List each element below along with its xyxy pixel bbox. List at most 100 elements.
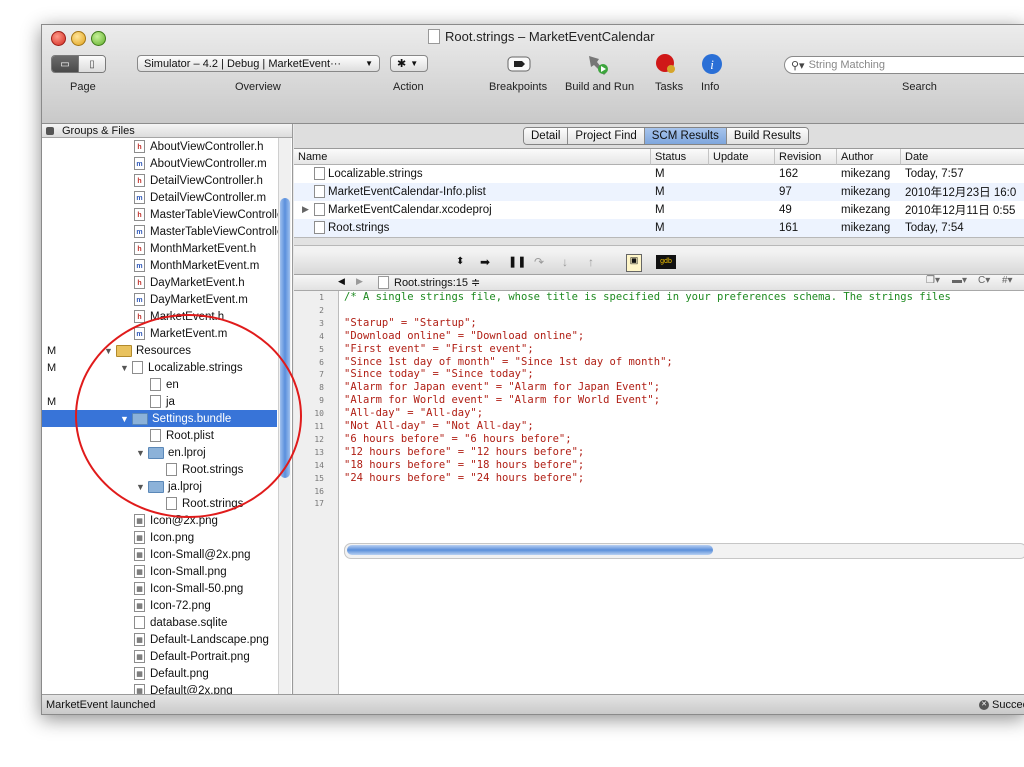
code-line: "Since 1st day of month" = "Since 1st da…: [344, 355, 673, 368]
debugger-icon[interactable]: ▣: [626, 254, 642, 272]
gear-icon: ✱: [397, 58, 407, 70]
line-number: 2: [319, 305, 324, 315]
document-icon: [428, 29, 440, 44]
sidebar-item[interactable]: m MonthMarketEvent.m: [42, 257, 277, 274]
column-header-status[interactable]: Status: [651, 149, 709, 165]
column-header-revision[interactable]: Revision: [775, 149, 837, 165]
build-and-run-label: Build and Run: [565, 81, 635, 93]
zoom-button[interactable]: [91, 31, 106, 46]
popup-arrow-icon: ▼: [410, 59, 419, 68]
project-layout-icon[interactable]: ▯: [78, 56, 105, 72]
file-icon: [378, 276, 389, 289]
source-file-icon: m: [134, 293, 145, 306]
action-label: Action: [393, 81, 424, 93]
sidebar-item[interactable]: m AboutViewController.m: [42, 155, 277, 172]
close-button[interactable]: [51, 31, 66, 46]
info-button[interactable]: i: [699, 53, 725, 75]
editor-nav-bar: ◀ ▶ Root.strings:15 ≑ ❐▾ ▬▾ C▾ #▾: [294, 275, 1024, 291]
build-and-run-button[interactable]: [585, 53, 611, 75]
code-line: /* A single strings file, whose title is…: [344, 291, 951, 303]
sidebar-item[interactable]: m DayMarketEvent.m: [42, 291, 277, 308]
back-arrow-icon[interactable]: ◀: [338, 276, 345, 287]
sidebar-item[interactable]: m DetailViewController.m: [42, 189, 277, 206]
sidebar-item[interactable]: h DayMarketEvent.h: [42, 274, 277, 291]
step-into-icon[interactable]: ↓: [562, 255, 568, 269]
code-line: "All-day" = "All-day";: [344, 407, 484, 420]
class-hierarchy-icon[interactable]: C▾: [978, 275, 990, 286]
editor-layout-icon[interactable]: ▭: [52, 56, 78, 72]
sidebar-item[interactable]: ▦ Icon.png: [42, 529, 277, 546]
code-line: "Alarm for Japan event" = "Alarm for Jap…: [344, 381, 661, 394]
sidebar-item[interactable]: m MasterTableViewControlle: [42, 223, 283, 240]
build-status[interactable]: ✕ Succee: [979, 699, 1024, 711]
code-line: "Not All-day" = "Not All-day";: [344, 420, 534, 432]
sidebar-item[interactable]: ▦ Icon-Small-50.png: [42, 580, 277, 597]
forward-arrow-icon[interactable]: ▶: [356, 276, 363, 287]
thread-popup-icon[interactable]: ⬍: [456, 256, 464, 267]
sidebar-item-label: Icon-Small@2x.png: [150, 548, 251, 561]
continue-icon[interactable]: ➡: [480, 255, 490, 269]
sidebar-item[interactable]: ▦ Default-Portrait.png: [42, 648, 277, 665]
tab-build-results[interactable]: Build Results: [725, 128, 808, 144]
sidebar-item[interactable]: ▦ Icon-Small@2x.png: [42, 546, 277, 563]
sidebar-item[interactable]: ▦ Icon-Small.png: [42, 563, 277, 580]
sidebar-item[interactable]: ▦ Default.png: [42, 665, 277, 682]
search-icon: ⚲▾: [791, 59, 805, 72]
sidebar-item[interactable]: h DetailViewController.h: [42, 172, 277, 189]
sidebar-item-label: Icon.png: [150, 531, 195, 544]
code-line: "Download online" = "Download online";: [344, 329, 585, 342]
tab-segments: Detail Project Find SCM Results Build Resul…: [523, 127, 809, 145]
tasks-button[interactable]: [653, 53, 679, 75]
table-cell-date: 2010年12月11日 0:55: [905, 204, 1016, 217]
editor-scroll-thumb[interactable]: [347, 545, 713, 555]
file-icon: [314, 167, 325, 180]
file-icon: [134, 616, 145, 629]
sidebar-item[interactable]: h MasterTableViewControlle: [42, 206, 283, 223]
line-number: 8: [319, 383, 324, 393]
line-number: 16: [314, 486, 324, 496]
tab-scm-results[interactable]: SCM Results: [643, 128, 726, 144]
column-header-date[interactable]: Date: [901, 149, 1024, 165]
editor-horizontal-scrollbar[interactable]: [344, 543, 1024, 559]
overview-popup[interactable]: Simulator – 4.2 | Debug | MarketEvent···…: [137, 55, 380, 72]
file-icon: [314, 221, 325, 234]
minimize-button[interactable]: [71, 31, 86, 46]
source-file-icon: m: [134, 157, 145, 170]
tab-detail[interactable]: Detail: [524, 128, 568, 144]
image-file-icon: ▦: [134, 599, 145, 612]
action-button[interactable]: ✱ ▼: [390, 55, 428, 72]
page-segmented-control[interactable]: ▭ ▯: [51, 55, 106, 73]
tab-project-find[interactable]: Project Find: [567, 128, 644, 144]
code-editor[interactable]: 1 2 3 4 5 6 7 8 9 10 11 12 13 14 15 16 17 /* A single st…: [294, 291, 1024, 694]
sidebar-item-label: DayMarketEvent.m: [150, 293, 248, 306]
bookmarks-icon[interactable]: ❐▾: [926, 275, 940, 286]
sidebar-item[interactable]: database.sqlite: [42, 614, 277, 631]
column-header-update[interactable]: Update: [709, 149, 775, 165]
disclosure-triangle-icon[interactable]: ▶: [302, 204, 309, 215]
pause-icon[interactable]: ❚❚: [508, 255, 526, 268]
breakpoints-menu-icon[interactable]: ▬▾: [952, 275, 967, 286]
scm-results-table: Name Status Update Revision Author Date Local…: [294, 149, 1024, 237]
table-cell-author: mikezang: [841, 221, 891, 234]
sidebar-item-label: AboutViewController.m: [150, 157, 267, 170]
sidebar-item[interactable]: h MonthMarketEvent.h: [42, 240, 277, 257]
scm-status-marker: M: [47, 395, 57, 408]
column-header-name[interactable]: Name: [294, 149, 651, 165]
search-field[interactable]: ⚲▾ String Matching: [784, 56, 1024, 74]
file-popup[interactable]: Root.strings:15 ≑: [394, 276, 480, 289]
step-over-icon[interactable]: ↷: [534, 255, 544, 269]
sidebar-item[interactable]: h AboutViewController.h: [42, 138, 277, 155]
stop-icon: [656, 54, 675, 73]
column-header-author[interactable]: Author: [837, 149, 901, 165]
sidebar-item[interactable]: ▦ Icon-72.png: [42, 597, 277, 614]
split-divider[interactable]: [294, 237, 1024, 246]
sidebar-item-label: MasterTableViewControlle: [150, 208, 284, 221]
line-number: 7: [319, 370, 324, 380]
sidebar-item[interactable]: ▦ Default-Landscape.png: [42, 631, 277, 648]
code-line: "Alarm for World event" = "Alarm for Wor…: [344, 394, 661, 407]
breakpoints-button[interactable]: [506, 53, 532, 75]
step-out-icon[interactable]: ↑: [588, 255, 594, 269]
includes-icon[interactable]: #▾: [1002, 275, 1013, 286]
gdb-console-icon[interactable]: gdb: [656, 255, 676, 269]
sidebar-item-label: DetailViewController.h: [150, 174, 263, 187]
